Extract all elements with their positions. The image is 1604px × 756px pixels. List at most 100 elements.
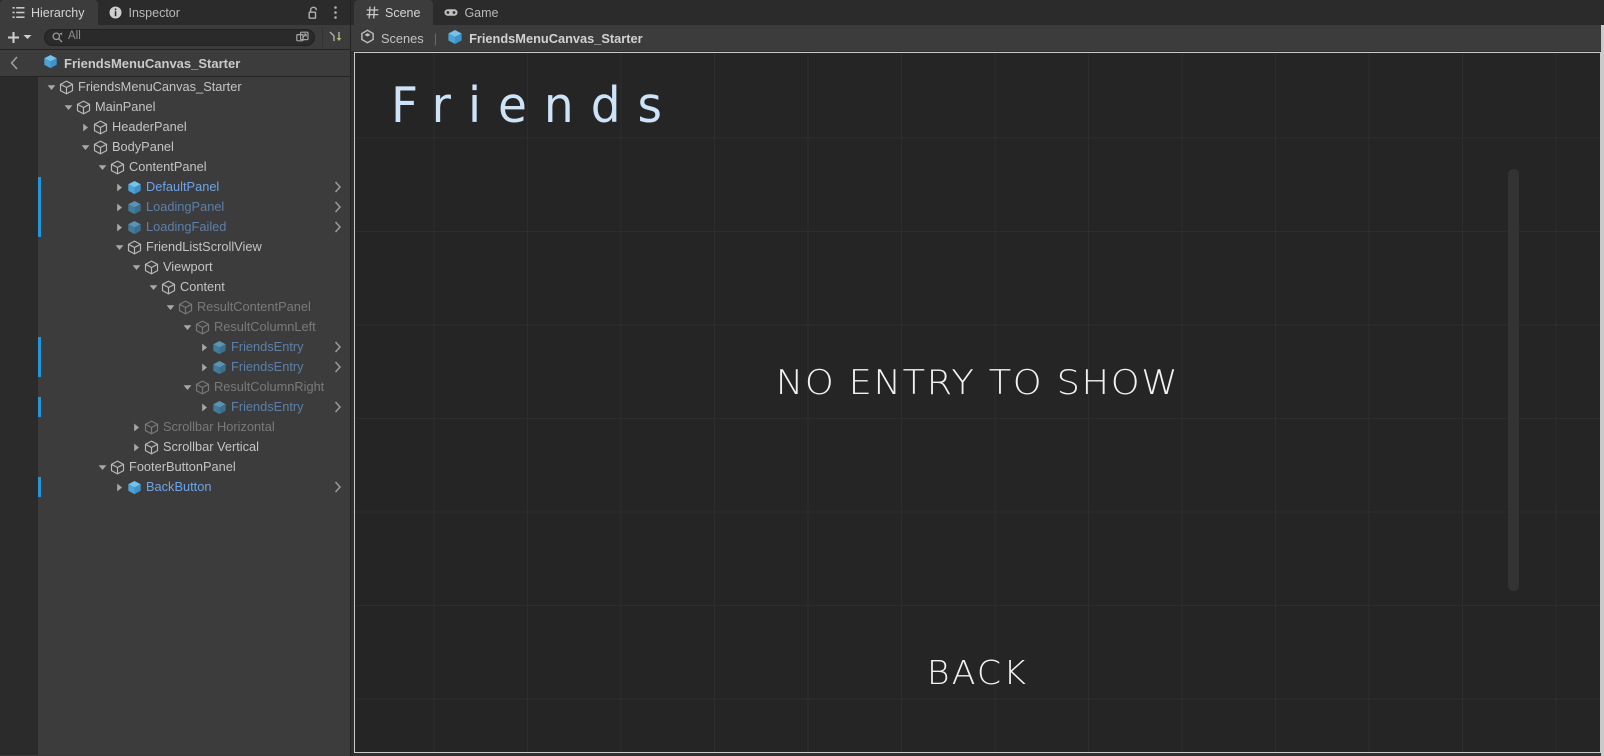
hierarchy-icon bbox=[11, 6, 25, 20]
enter-prefab-chevron-icon[interactable] bbox=[331, 177, 345, 197]
tree-row[interactable]: LoadingFailed bbox=[0, 217, 351, 237]
tree-row[interactable]: MainPanel bbox=[0, 97, 351, 117]
enter-prefab-chevron-icon[interactable] bbox=[331, 357, 345, 377]
gameobject-icon bbox=[143, 437, 160, 457]
twisty-down-icon[interactable] bbox=[180, 377, 194, 397]
prefab-back-button[interactable] bbox=[0, 50, 28, 76]
tab-inspector-label: Inspector bbox=[128, 5, 180, 20]
tree-row[interactable]: BackButton bbox=[0, 477, 351, 497]
tree-row[interactable]: FriendsEntry bbox=[0, 357, 351, 377]
enter-prefab-chevron-icon[interactable] bbox=[331, 397, 345, 417]
tree-row[interactable]: Viewport bbox=[0, 257, 351, 277]
tree-row[interactable]: LoadingPanel bbox=[0, 197, 351, 217]
twisty-right-icon[interactable] bbox=[129, 437, 143, 457]
no-entry-message: NO ENTRY TO SHOW bbox=[775, 363, 1180, 403]
tree-row-label: LoadingPanel bbox=[146, 199, 225, 214]
twisty-down-icon[interactable] bbox=[61, 97, 75, 117]
tree-row[interactable]: FriendListScrollView bbox=[0, 237, 351, 257]
back-button[interactable]: BACK bbox=[355, 653, 1600, 692]
tree-row-label: Scrollbar Horizontal bbox=[163, 419, 275, 434]
kebab-menu-icon[interactable] bbox=[325, 3, 345, 23]
twisty-right-icon[interactable] bbox=[197, 337, 211, 357]
gameobject-icon bbox=[126, 237, 143, 257]
tree-row[interactable]: ResultContentPanel bbox=[0, 297, 351, 317]
scene-vertical-scrollbar[interactable] bbox=[1508, 169, 1519, 591]
plus-icon bbox=[8, 31, 19, 43]
create-button[interactable] bbox=[5, 28, 36, 46]
tab-hierarchy[interactable]: Hierarchy bbox=[0, 0, 98, 25]
prefab-cube-icon bbox=[211, 337, 228, 357]
lock-icon[interactable] bbox=[303, 3, 323, 23]
enter-prefab-chevron-icon[interactable] bbox=[331, 477, 345, 497]
breadcrumb: Scenes | FriendsMenuCanvas_Starter bbox=[351, 25, 1604, 51]
breadcrumb-separator: | bbox=[433, 30, 438, 46]
enter-prefab-chevron-icon[interactable] bbox=[331, 217, 345, 237]
twisty-down-icon[interactable] bbox=[180, 317, 194, 337]
search-icon bbox=[52, 31, 63, 42]
search-input-value: All bbox=[68, 30, 81, 43]
gameobject-icon bbox=[143, 417, 160, 437]
twisty-down-icon[interactable] bbox=[44, 77, 58, 97]
tab-game[interactable]: Game bbox=[433, 0, 511, 25]
chevron-down-icon bbox=[23, 35, 32, 39]
tab-inspector[interactable]: Inspector bbox=[98, 0, 193, 25]
hierarchy-toolbar: All bbox=[0, 25, 351, 50]
prefab-indicator-bar bbox=[38, 197, 41, 217]
twisty-right-icon[interactable] bbox=[112, 477, 126, 497]
twisty-right-icon[interactable] bbox=[197, 357, 211, 377]
gameobject-icon bbox=[92, 117, 109, 137]
scene-tab-strip: Scene Game bbox=[351, 0, 1604, 25]
prefab-cube-icon bbox=[211, 397, 228, 417]
twisty-right-icon[interactable] bbox=[112, 197, 126, 217]
twisty-down-icon[interactable] bbox=[129, 257, 143, 277]
breadcrumb-item-current[interactable]: FriendsMenuCanvas_Starter bbox=[447, 29, 643, 48]
gameobject-icon bbox=[194, 317, 211, 337]
enter-prefab-chevron-icon[interactable] bbox=[331, 197, 345, 217]
twisty-down-icon[interactable] bbox=[95, 457, 109, 477]
tab-scene[interactable]: Scene bbox=[354, 0, 434, 25]
tree-row[interactable]: Content bbox=[0, 277, 351, 297]
tree-row[interactable]: FriendsEntry bbox=[0, 397, 351, 417]
tree-row[interactable]: Scrollbar Horizontal bbox=[0, 417, 351, 437]
tree-row-label: Scrollbar Vertical bbox=[163, 439, 260, 454]
unity-logo-icon bbox=[360, 29, 375, 47]
search-in-scene-icon[interactable] bbox=[294, 30, 311, 45]
twisty-right-icon[interactable] bbox=[112, 177, 126, 197]
twisty-down-icon[interactable] bbox=[112, 237, 126, 257]
enter-prefab-chevron-icon[interactable] bbox=[331, 337, 345, 357]
scene-canvas[interactable]: Friends NO ENTRY TO SHOW BACK bbox=[354, 52, 1601, 753]
tree-row[interactable]: FooterButtonPanel bbox=[0, 457, 351, 477]
tree-row[interactable]: ContentPanel bbox=[0, 157, 351, 177]
twisty-down-icon[interactable] bbox=[163, 297, 177, 317]
tree-row-label: BodyPanel bbox=[112, 139, 174, 154]
tree-row[interactable]: FriendsMenuCanvas_Starter bbox=[0, 77, 351, 97]
gameobject-icon bbox=[160, 277, 177, 297]
tab-hierarchy-label: Hierarchy bbox=[31, 5, 85, 20]
search-input[interactable]: All bbox=[44, 28, 315, 46]
prefab-cube-icon bbox=[43, 54, 58, 72]
twisty-down-icon[interactable] bbox=[146, 277, 160, 297]
twisty-right-icon[interactable] bbox=[78, 117, 92, 137]
gameobject-icon bbox=[75, 97, 92, 117]
tree-row[interactable]: Scrollbar Vertical bbox=[0, 437, 351, 457]
twisty-right-icon[interactable] bbox=[112, 217, 126, 237]
tree-row[interactable]: ResultColumnRight bbox=[0, 377, 351, 397]
tree-row[interactable]: HeaderPanel bbox=[0, 117, 351, 137]
tree-row-label: Viewport bbox=[163, 259, 213, 274]
tree-row-label: LoadingFailed bbox=[146, 219, 227, 234]
twisty-right-icon[interactable] bbox=[197, 397, 211, 417]
gameobject-icon bbox=[92, 137, 109, 157]
breadcrumb-item-scenes[interactable]: Scenes bbox=[360, 29, 424, 47]
tree-row[interactable]: DefaultPanel bbox=[0, 177, 351, 197]
tree-row-label: Content bbox=[180, 279, 225, 294]
twisty-right-icon[interactable] bbox=[129, 417, 143, 437]
sort-icon[interactable] bbox=[322, 27, 347, 47]
twisty-down-icon[interactable] bbox=[78, 137, 92, 157]
twisty-down-icon[interactable] bbox=[95, 157, 109, 177]
tree-row[interactable]: ResultColumnLeft bbox=[0, 317, 351, 337]
tree-row-label: MainPanel bbox=[95, 99, 156, 114]
tree-row[interactable]: BodyPanel bbox=[0, 137, 351, 157]
tree-row-label: FriendsEntry bbox=[231, 399, 304, 414]
tree-row[interactable]: FriendsEntry bbox=[0, 337, 351, 357]
info-icon bbox=[109, 6, 123, 20]
